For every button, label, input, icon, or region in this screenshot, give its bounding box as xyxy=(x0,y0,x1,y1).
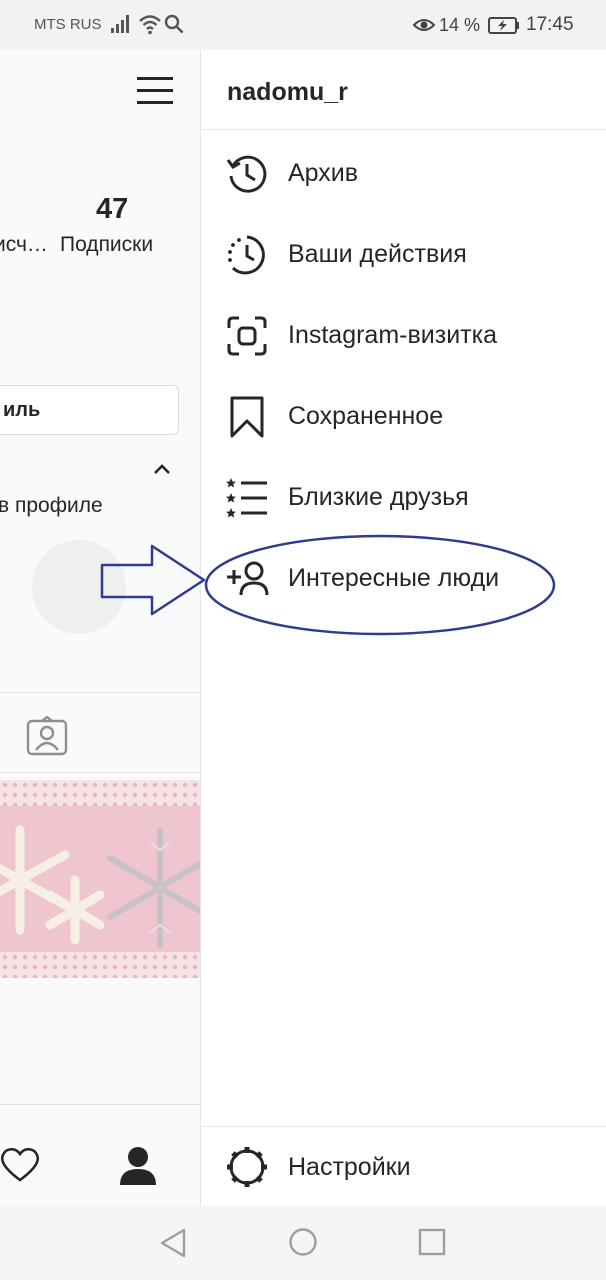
drawer-header: nadomu_r xyxy=(201,50,606,130)
bookmark-icon xyxy=(230,396,264,438)
drawer-username: nadomu_r xyxy=(227,78,348,106)
home-icon[interactable] xyxy=(288,1227,318,1257)
battery-charging-icon xyxy=(488,17,519,34)
tagged-photos-icon[interactable] xyxy=(26,716,68,756)
back-icon[interactable] xyxy=(158,1227,188,1259)
profile-background-panel: 47 исч… Подписки иль в профиле xyxy=(0,50,200,1206)
menu-item-label: Интересные люди xyxy=(288,564,500,592)
divider xyxy=(0,692,200,693)
battery-percent: 14 % xyxy=(439,15,481,35)
profile-icon[interactable] xyxy=(118,1145,158,1187)
divider xyxy=(0,1104,200,1105)
nametag-scan-icon xyxy=(227,316,267,356)
menu-item-saved[interactable]: Сохраненное xyxy=(201,378,606,454)
menu-item-nametag[interactable]: Instagram-визитка xyxy=(201,297,606,373)
divider xyxy=(0,772,200,773)
following-count: 47 xyxy=(96,193,129,225)
menu-item-your-activity[interactable]: Ваши действия xyxy=(201,216,606,292)
side-drawer: nadomu_r Архив Ваши действия Instagram-в… xyxy=(200,50,606,1206)
menu-item-label: Instagram-визитка xyxy=(288,321,497,349)
menu-item-label: Ваши действия xyxy=(288,240,467,268)
settings-row[interactable]: Настройки xyxy=(201,1126,606,1206)
gear-icon xyxy=(227,1147,267,1187)
system-navigation-bar xyxy=(0,1206,606,1280)
followers-label: исч… xyxy=(0,233,48,256)
following-label[interactable]: Подписки xyxy=(60,233,153,257)
activity-clock-icon xyxy=(228,235,265,275)
menu-item-label: Близкие друзья xyxy=(288,483,469,511)
edit-profile-button[interactable]: иль xyxy=(0,385,179,435)
search-icon xyxy=(164,14,184,34)
edit-profile-label: иль xyxy=(3,399,41,421)
clock-time: 17:45 xyxy=(526,14,574,35)
menu-item-label: Архив xyxy=(288,159,359,187)
add-person-icon xyxy=(227,561,269,596)
carrier-name: MTS RUS xyxy=(34,16,102,33)
story-highlights-label: в профиле xyxy=(0,494,103,517)
menu-item-label: Сохраненное xyxy=(288,402,444,430)
recent-apps-icon[interactable] xyxy=(418,1228,446,1256)
post-thumbnail[interactable] xyxy=(0,780,200,978)
status-bar: MTS RUS 14 % 17:45 xyxy=(0,0,606,50)
settings-label: Настройки xyxy=(288,1153,411,1181)
photo-border xyxy=(0,952,200,978)
wifi-icon xyxy=(139,15,161,35)
highlight-placeholder[interactable] xyxy=(32,540,126,634)
menu-item-discover-people[interactable]: Интересные люди xyxy=(201,540,606,616)
menu-item-close-friends[interactable]: Близкие друзья xyxy=(201,459,606,535)
signal-icon xyxy=(111,15,129,33)
close-friends-list-icon xyxy=(226,478,267,518)
heart-icon[interactable] xyxy=(0,1147,40,1183)
archive-history-icon xyxy=(226,155,267,193)
menu-item-archive[interactable]: Архив xyxy=(201,135,606,211)
snowflake-image xyxy=(0,825,200,948)
eye-icon xyxy=(413,19,435,31)
hamburger-menu-icon[interactable] xyxy=(137,75,173,107)
chevron-up-icon[interactable] xyxy=(152,462,172,476)
